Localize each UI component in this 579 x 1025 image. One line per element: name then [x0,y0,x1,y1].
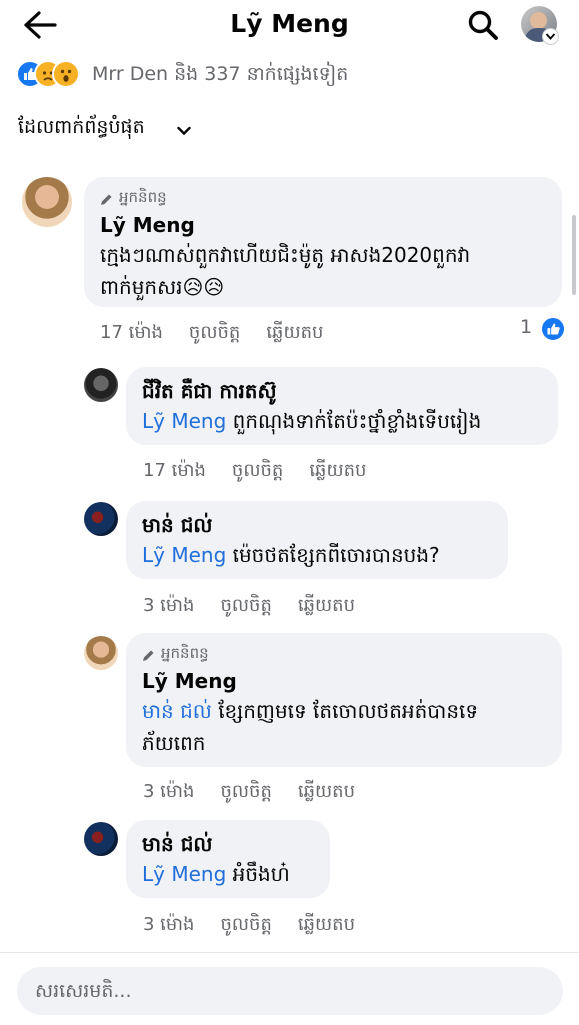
comment-actions: 17 ម៉ោង ចូលចិត្ត ឆ្លើយតប [143,458,392,485]
top-bar: Lỹ Meng [0,0,579,52]
comment-time: 3 ម៉ោង [143,781,195,802]
reaction-summary-text[interactable]: Mrr Den និង 337 នាក់ផ្សេងទៀត [92,62,348,90]
reply-button[interactable]: ឆ្លើយតប [266,322,323,343]
comment-bubble: អ្នកនិពន្ធ Lỹ Meng ក្មេងៗណាស់ពួកវាហើយជិះ… [84,177,562,307]
comment-author[interactable]: Lỹ Meng [100,211,548,239]
comment-text: ភ័យពេក [142,731,206,755]
mention-link[interactable]: Lỹ Meng [142,409,226,433]
like-button[interactable]: ចូលចិត្ត [232,460,283,481]
reply-button[interactable]: ឆ្លើយតប [298,595,355,616]
mention-link[interactable]: Lỹ Meng [142,862,226,886]
like-reaction-icon [540,316,566,342]
mention-link[interactable]: Lỹ Meng [142,543,226,567]
reaction-count[interactable]: 1 [520,316,532,338]
avatar[interactable] [84,368,118,402]
comment-time: 17 ម៉ោង [100,322,163,343]
scrollbar[interactable] [572,215,576,295]
avatar[interactable] [84,822,118,856]
like-button[interactable]: ចូលចិត្ត [220,914,271,935]
author-badge: អ្នកនិពន្ធ [100,188,548,210]
comment-actions: 17 ម៉ោង ចូលចិត្ត ឆ្លើយតប [100,320,349,347]
like-button[interactable]: ចូលចិត្ត [189,322,240,343]
author-badge: អ្នកនិពន្ធ [142,644,548,666]
search-icon[interactable] [466,8,500,42]
author-badge-label: អ្នកនិពន្ធ [119,188,167,206]
avatar[interactable] [22,177,72,227]
chevron-down-icon[interactable] [177,121,191,140]
comment-actions: 3 ម៉ោង ចូលចិត្ត ឆ្លើយតប [143,912,381,939]
comment-composer: សរសេរមតិ... [0,952,579,1025]
author-badge-label: អ្នកនិពន្ធ [161,644,209,662]
comment-author[interactable]: មាន់ ជល់ [142,830,316,858]
comment-time: 3 ម៉ោង [143,595,195,616]
comment-bubble: អ្នកនិពន្ធ Lỹ Meng មាន់ ជល់ ខ្សែកញមទេ តែ… [126,633,562,767]
comment-author[interactable]: Lỹ Meng [142,667,548,695]
comment-sort-label[interactable]: ដែលពាក់ព័ន្ធបំផុត [18,115,145,143]
comment-bubble: មាន់ ជល់ Lỹ Meng អំចឹងហ៎ [126,820,330,898]
wow-reaction-icon [52,60,80,88]
comment-text: ក្មេងៗណាស់ពួកវាហើយជិះម៉ូតូ អាសង2020ពួកវា… [100,243,471,299]
comment-author[interactable]: ជីវិត គឺជា ការតស៊ូ [142,377,544,405]
comment-actions: 3 ម៉ោង ចូលចិត្ត ឆ្លើយតប [143,593,381,620]
like-button[interactable]: ចូលចិត្ត [220,781,271,802]
comment-bubble: ជីវិត គឺជា ការតស៊ូ Lỹ Meng ពួកណុងទាក់តែប… [126,367,558,445]
reply-button[interactable]: ឆ្លើយតប [309,460,366,481]
comment-text: ពួកណុងទាក់តែប៉ះថ្នាំខ្លាំងទើបរៀង [232,409,482,433]
avatar[interactable] [84,636,118,670]
comment-time: 3 ម៉ោង [143,914,195,935]
comment-bubble: មាន់ ជល់ Lỹ Meng ម៉េចថតខ្សែកពីចោរបានបង? [126,501,508,579]
comment-author[interactable]: មាន់ ជល់ [142,511,494,539]
avatar[interactable] [84,502,118,536]
reply-button[interactable]: ឆ្លើយតប [298,914,355,935]
pencil-icon [101,194,112,205]
comment-actions: 3 ម៉ោង ចូលចិត្ត ឆ្លើយតប [143,779,381,806]
comment-text: ម៉េចថតខ្សែកពីចោរបានបង? [232,543,440,567]
comment-time: 17 ម៉ោង [143,460,206,481]
comment-text: អំចឹងហ៎ [232,862,290,886]
reply-button[interactable]: ឆ្លើយតប [298,781,355,802]
comment-text: ខ្សែកញមទេ តែចោលថតអត់បានទេ [218,699,479,723]
comment-input[interactable]: សរសេរមតិ... [17,967,563,1015]
chevron-down-icon[interactable] [542,28,559,45]
pencil-icon [143,650,154,661]
mention-link[interactable]: មាន់ ជល់ [142,699,212,723]
like-button[interactable]: ចូលចិត្ត [220,595,271,616]
